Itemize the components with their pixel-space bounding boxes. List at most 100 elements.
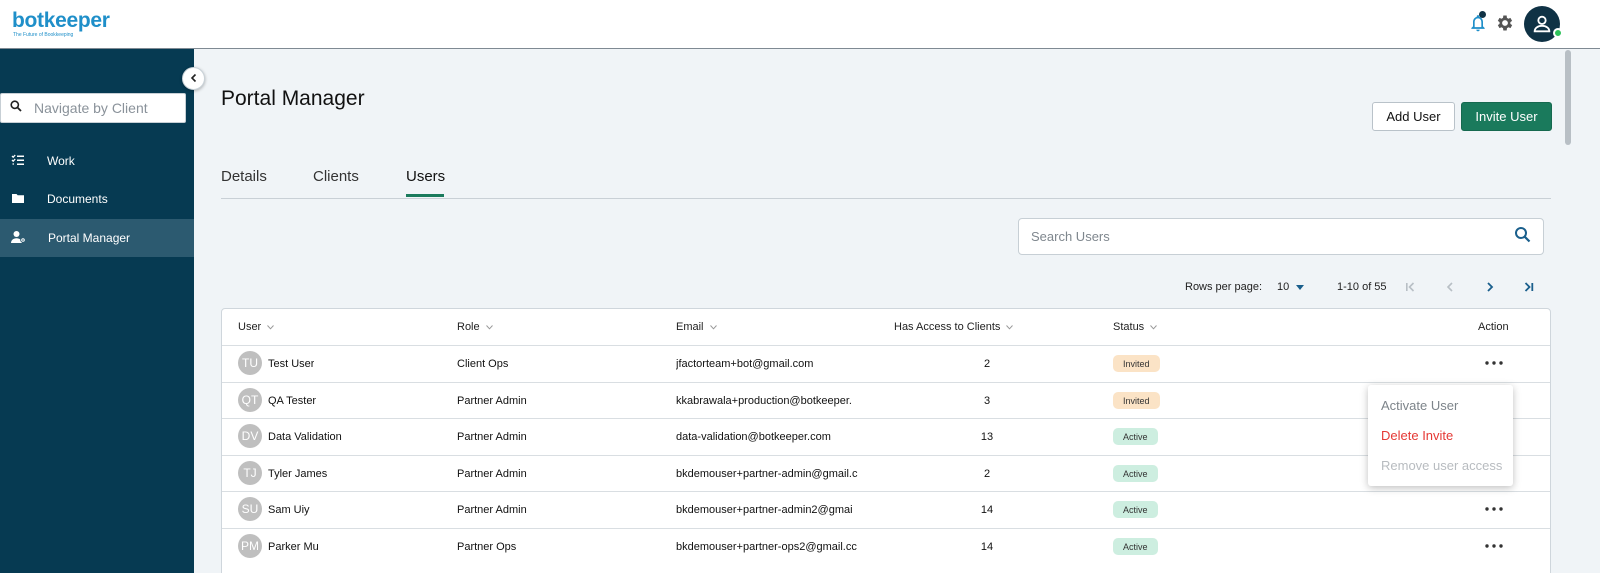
first-page-icon[interactable] (1402, 279, 1418, 295)
page-title: Portal Manager (221, 87, 365, 110)
pagination-range: 1-10 of 55 (1337, 281, 1387, 293)
column-header-status[interactable]: Status (1113, 321, 1158, 333)
tab-clients[interactable]: Clients (313, 168, 359, 198)
navigate-client-search[interactable] (0, 93, 186, 123)
table-row[interactable]: QT QA Tester Partner Admin kkabrawala+pr… (222, 382, 1550, 419)
menu-item-remove-user-access: Remove user access (1381, 458, 1503, 473)
user-email: bkdemouser+partner-admin2@gmai (676, 504, 853, 516)
add-user-button[interactable]: Add User (1372, 102, 1455, 131)
user-role: Client Ops (457, 358, 509, 370)
status-badge: Active (1113, 538, 1158, 555)
sidebar-item-work[interactable]: Work (0, 142, 194, 180)
logo-tagline: The Future of Bookkeeping (13, 32, 74, 38)
botkeeper-logo[interactable]: botkeeper The Future of Bookkeeping (12, 9, 110, 39)
status-badge: Active (1113, 465, 1158, 482)
user-role: Partner Ops (457, 541, 517, 553)
user-email: jfactorteam+bot@gmail.com (676, 358, 814, 370)
rows-per-page-value: 10 (1277, 281, 1290, 293)
previous-page-icon[interactable] (1442, 279, 1458, 295)
user-initials-avatar: PM (238, 534, 262, 558)
search-users-box[interactable] (1018, 218, 1544, 255)
status-badge: Invited (1113, 392, 1160, 409)
status-badge: Active (1113, 501, 1158, 518)
user-name: Data Validation (268, 431, 342, 443)
navigate-client-input[interactable] (34, 100, 174, 116)
sort-chevron-icon (485, 321, 493, 333)
logo-text: botkeeper (12, 9, 110, 32)
sidebar-item-documents[interactable]: Documents (0, 180, 194, 218)
status-badge: Active (1113, 428, 1158, 445)
column-header-label: Email (676, 321, 704, 333)
user-role: Partner Admin (457, 431, 527, 443)
client-access-count: 13 (980, 431, 994, 443)
sidebar: Work Documents Portal Manager (0, 49, 194, 573)
folder-icon (11, 191, 25, 208)
checklist-icon (11, 153, 25, 170)
user-email: bkdemouser+partner-admin@gmail.c (676, 468, 858, 480)
sidebar-item-label: Portal Manager (48, 231, 131, 245)
more-actions-icon[interactable] (1484, 354, 1504, 372)
notification-dot (1479, 11, 1486, 18)
user-name: Parker Mu (268, 541, 319, 553)
user-role: Partner Admin (457, 395, 527, 407)
user-name: Test User (268, 358, 315, 370)
online-status-dot (1553, 28, 1563, 38)
tab-details[interactable]: Details (221, 168, 267, 198)
client-access-count: 2 (983, 358, 991, 370)
sort-chevron-icon (267, 321, 275, 333)
collapse-sidebar-button[interactable] (182, 67, 205, 90)
user-role: Partner Admin (457, 468, 527, 480)
next-page-icon[interactable] (1482, 279, 1498, 295)
more-actions-icon[interactable] (1484, 537, 1504, 555)
table-row[interactable]: PM Parker Mu Partner Ops bkdemouser+part… (222, 528, 1550, 565)
rows-per-page-select[interactable]: 10 (1277, 278, 1305, 296)
caret-down-icon (1296, 281, 1305, 293)
last-page-icon[interactable] (1521, 279, 1537, 295)
column-header-label: Role (457, 321, 480, 333)
sort-chevron-icon (1150, 321, 1158, 333)
client-access-count: 3 (983, 395, 991, 407)
sidebar-item-label: Work (47, 154, 75, 168)
user-email: data-validation@botkeeper.com (676, 431, 831, 443)
sort-chevron-icon (1006, 321, 1014, 333)
more-actions-icon[interactable] (1484, 500, 1504, 518)
table-row[interactable]: SU Sam Uiy Partner Admin bkdemouser+part… (222, 491, 1550, 528)
user-name: Sam Uiy (268, 504, 310, 516)
invite-user-button[interactable]: Invite User (1461, 102, 1552, 131)
column-header-action: Action (1478, 321, 1509, 333)
menu-item-activate-user[interactable]: Activate User (1381, 398, 1458, 413)
table-row[interactable]: TU Test User Client Ops jfactorteam+bot@… (222, 345, 1550, 382)
column-header-label: User (238, 321, 262, 333)
column-header-email[interactable]: Email (676, 321, 717, 333)
bell-icon[interactable] (1466, 11, 1490, 35)
column-header-user[interactable]: User (238, 321, 275, 333)
table-row[interactable]: DV Data Validation Partner Admin data-va… (222, 418, 1550, 455)
user-initials-avatar: TJ (238, 461, 262, 485)
page-scrollbar[interactable] (1565, 50, 1571, 145)
tab-bar: Details Clients Users (221, 160, 1551, 199)
search-icon[interactable] (1514, 226, 1531, 248)
top-bar: botkeeper The Future of Bookkeeping (0, 0, 1600, 49)
gear-icon[interactable] (1493, 11, 1517, 35)
column-header-label: Has Access to Clients (894, 321, 1001, 333)
column-header-label: Status (1113, 321, 1145, 333)
menu-item-delete-invite[interactable]: Delete Invite (1381, 428, 1453, 443)
user-role: Partner Admin (457, 504, 527, 516)
sidebar-item-label: Documents (47, 192, 108, 206)
client-access-count: 14 (980, 504, 994, 516)
user-initials-avatar: TU (238, 351, 262, 375)
search-users-input[interactable] (1031, 229, 1514, 244)
column-header-role[interactable]: Role (457, 321, 493, 333)
user-email: bkdemouser+partner-ops2@gmail.cc (676, 541, 857, 553)
user-initials-avatar: QT (238, 388, 262, 412)
search-icon (10, 99, 22, 117)
sort-chevron-icon (709, 321, 717, 333)
column-header-access[interactable]: Has Access to Clients (894, 321, 1014, 333)
user-initials-avatar: DV (238, 424, 262, 448)
status-badge: Invited (1113, 355, 1160, 372)
sidebar-item-portal-manager[interactable]: Portal Manager (0, 219, 194, 257)
client-access-count: 2 (983, 468, 991, 480)
table-row[interactable]: TJ Tyler James Partner Admin bkdemouser+… (222, 455, 1550, 492)
users-table: User Role Email Has Access to Clients St… (221, 308, 1551, 573)
client-access-count: 14 (980, 541, 994, 553)
